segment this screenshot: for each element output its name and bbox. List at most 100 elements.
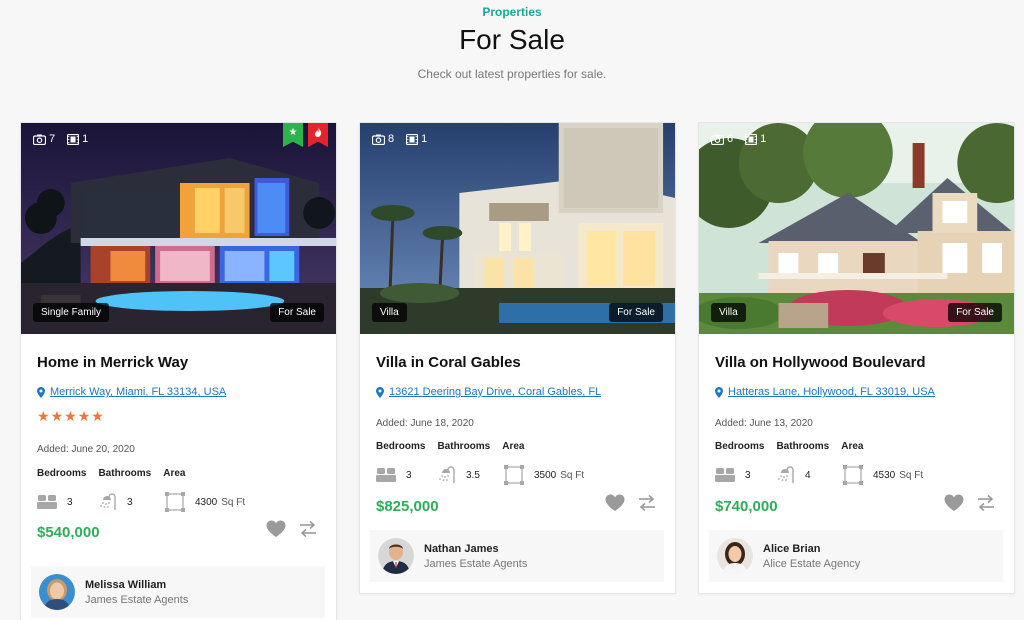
ribbons: ★ [283, 123, 328, 147]
property-title[interactable]: Villa in Coral Gables [376, 354, 521, 371]
property-price: $825,000 [376, 498, 439, 515]
property-price: $540,000 [37, 524, 100, 541]
property-address-link[interactable]: Hatteras Lane, Hollywood, FL 33019, USA [715, 386, 935, 398]
bedrooms-value: 3 [376, 467, 436, 483]
card-actions [605, 494, 657, 512]
property-card[interactable]: 6 1 Villa For Sale Villa on Hollywood Bo… [698, 122, 1015, 594]
media-counts: 7 1 [33, 133, 88, 145]
star-icon: ★ [77, 408, 91, 424]
agent-box[interactable]: Alice Brian Alice Estate Agency [709, 530, 1003, 582]
video-count-value: 1 [82, 133, 89, 145]
area-size: 4530 [873, 469, 896, 481]
compare-icon[interactable] [976, 494, 996, 512]
area-icon [165, 492, 185, 512]
avatar[interactable] [717, 538, 753, 574]
card-actions [944, 494, 996, 512]
bedrooms-label: Bedrooms [37, 468, 87, 479]
property-address-link[interactable]: Merrick Way, Miami, FL 33134, USA [37, 386, 226, 398]
video-count[interactable]: 1 [67, 133, 88, 145]
area-value: 4300 Sq Ft [165, 492, 245, 512]
agent-agency: James Estate Agents [85, 593, 189, 606]
area-unit: Sq Ft [221, 496, 246, 508]
area-value: 3500 Sq Ft [504, 465, 584, 485]
property-card[interactable]: 7 1 ★ Single Family For Sale Home in Mer… [20, 122, 337, 620]
address-text: Hatteras Lane, Hollywood, FL 33019, USA [728, 386, 935, 398]
property-type-badge[interactable]: Villa [372, 303, 407, 322]
flame-icon [314, 127, 322, 137]
agent-name[interactable]: Alice Brian [763, 543, 860, 555]
property-card[interactable]: 8 1 Villa For Sale Villa in Coral Gables… [359, 122, 676, 594]
status-badge[interactable]: For Sale [270, 303, 324, 322]
feature-headings: Bedrooms Bathrooms Area [715, 441, 876, 452]
bathrooms-value: 3 [97, 493, 165, 511]
star-icon: ★ [91, 408, 104, 424]
hot-ribbon [308, 123, 328, 147]
agent-box[interactable]: Nathan James James Estate Agents [370, 530, 664, 582]
bathrooms-value: 4 [775, 466, 843, 484]
photo-count[interactable]: 6 [711, 133, 733, 145]
agent-info: Alice Brian Alice Estate Agency [763, 543, 860, 570]
heart-icon[interactable] [266, 520, 286, 538]
bed-icon [715, 468, 735, 482]
bed-icon [376, 468, 396, 482]
star-icon: ★ [37, 408, 50, 424]
compare-icon[interactable] [298, 520, 318, 538]
property-price: $740,000 [715, 498, 778, 515]
video-count[interactable]: 1 [406, 133, 427, 145]
status-badge[interactable]: For Sale [609, 303, 663, 322]
heart-icon[interactable] [605, 494, 625, 512]
property-photo[interactable]: 7 1 ★ Single Family For Sale [21, 123, 336, 334]
bedrooms-label: Bedrooms [376, 441, 426, 452]
bedrooms-count: 3 [67, 496, 73, 508]
media-counts: 8 1 [372, 133, 427, 145]
area-size: 4300 [195, 496, 218, 508]
featured-ribbon: ★ [283, 123, 303, 147]
property-photo[interactable]: 8 1 Villa For Sale [360, 123, 675, 334]
feature-headings: Bedrooms Bathrooms Area [37, 468, 198, 479]
agent-name[interactable]: Melissa William [85, 579, 188, 591]
map-pin-icon [376, 386, 384, 398]
property-photo[interactable]: 6 1 Villa For Sale [699, 123, 1014, 334]
area-icon [504, 465, 524, 485]
card-actions [266, 520, 318, 538]
bedrooms-count: 3 [406, 469, 412, 481]
video-count-value: 1 [421, 133, 428, 145]
agent-box[interactable]: Melissa William James Estate Agents [31, 566, 325, 618]
added-date: Added: June 18, 2020 [376, 418, 474, 429]
avatar[interactable] [39, 574, 75, 610]
property-title[interactable]: Villa on Hollywood Boulevard [715, 354, 926, 371]
property-type-badge[interactable]: Villa [711, 303, 746, 322]
film-icon [745, 133, 758, 145]
feature-values: 3 3 4300 Sq Ft [37, 492, 245, 512]
video-count[interactable]: 1 [745, 133, 766, 145]
avatar[interactable] [378, 538, 414, 574]
camera-icon [711, 134, 724, 145]
photo-count-value: 7 [49, 133, 56, 145]
photo-count[interactable]: 8 [372, 133, 394, 145]
media-counts: 6 1 [711, 133, 766, 145]
map-pin-icon [715, 386, 723, 398]
status-badge[interactable]: For Sale [948, 303, 1002, 322]
agent-name[interactable]: Nathan James [424, 543, 527, 555]
area-label: Area [841, 441, 864, 452]
bathrooms-count: 3.5 [466, 469, 480, 481]
property-title[interactable]: Home in Merrick Way [37, 354, 188, 371]
heart-icon[interactable] [944, 494, 964, 512]
video-count-value: 1 [760, 133, 767, 145]
photo-count[interactable]: 7 [33, 133, 55, 145]
property-address-link[interactable]: 13621 Deering Bay Drive, Coral Gables, F… [376, 386, 601, 398]
feature-values: 3 3.5 3500 Sq Ft [376, 465, 584, 485]
photo-count-value: 8 [388, 133, 395, 145]
bathrooms-label: Bathrooms [437, 441, 491, 452]
area-unit: Sq Ft [560, 469, 585, 481]
section-subtitle: Check out latest properties for sale. [417, 67, 607, 81]
bathrooms-count: 3 [127, 496, 133, 508]
compare-icon[interactable] [637, 494, 657, 512]
bedrooms-value: 3 [715, 467, 775, 483]
star-icon: ★ [64, 408, 77, 424]
property-type-badge[interactable]: Single Family [33, 303, 110, 322]
added-date: Added: June 20, 2020 [37, 444, 135, 455]
added-date: Added: June 13, 2020 [715, 418, 813, 429]
rating-stars: ★ ★ ★ ★ ★ [37, 408, 104, 425]
bed-icon [37, 495, 57, 509]
